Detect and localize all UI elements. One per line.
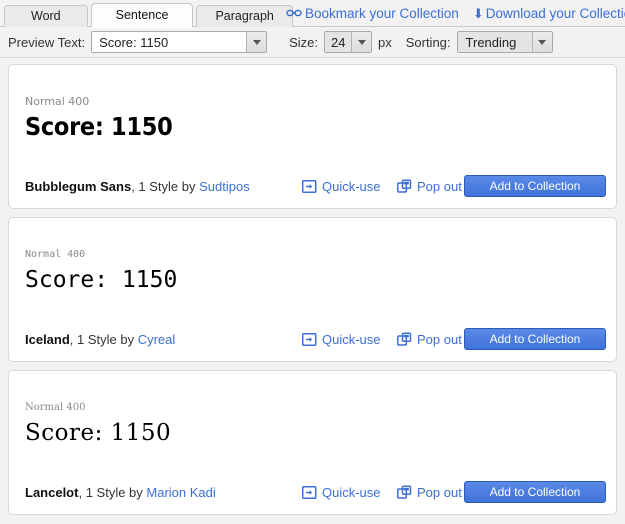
font-card[interactable]: Normal 400 Score: 1150 Iceland, 1 Style … (8, 217, 617, 362)
font-sample-text: Score: 1150 (25, 418, 616, 448)
tab-sentence-label: Sentence (116, 8, 169, 22)
preview-text-label: Preview Text: (8, 35, 85, 50)
size-label: Size: (289, 35, 318, 50)
tab-word-label: Word (31, 9, 61, 23)
font-meta: Lancelot, 1 Style by Marion Kadi (25, 485, 216, 500)
font-list: Normal 400 Score: 1150 Bubblegum Sans, 1… (0, 58, 625, 515)
chevron-down-icon (253, 40, 261, 45)
tab-paragraph[interactable]: Paragraph (196, 5, 292, 27)
size-value[interactable]: 24 (325, 32, 351, 52)
size-unit-label: px (378, 35, 392, 50)
add-to-collection-label: Add to Collection (490, 332, 581, 346)
pop-out-button[interactable]: Pop out (397, 485, 462, 500)
bookmark-collection-label: Bookmark your Collection (305, 6, 459, 21)
pop-out-label: Pop out (417, 179, 462, 194)
add-to-collection-button[interactable]: Add to Collection (464, 481, 606, 503)
font-preview-area: Normal 400 Score: 1150 (9, 371, 616, 448)
font-card-footer: Lancelot, 1 Style by Marion Kadi Quick-u… (9, 470, 616, 514)
font-sample-text: Score: 1150 (25, 265, 616, 295)
font-card-footer: Bubblegum Sans, 1 Style by Sudtipos Quic… (9, 164, 616, 208)
add-to-collection-button[interactable]: Add to Collection (464, 175, 606, 197)
font-card[interactable]: Normal 400 Score: 1150 Lancelot, 1 Style… (8, 370, 617, 515)
tab-sentence[interactable]: Sentence (91, 3, 194, 27)
font-card[interactable]: Normal 400 Score: 1150 Bubblegum Sans, 1… (8, 64, 617, 209)
tab-paragraph-label: Paragraph (215, 9, 273, 23)
font-sample-text: Score: 1150 (25, 112, 616, 142)
chevron-down-icon (538, 40, 546, 45)
font-card-footer: Iceland, 1 Style by Cyreal Quick-use (9, 317, 616, 361)
pop-out-icon (397, 179, 412, 194)
chevron-down-icon (358, 40, 366, 45)
quick-use-label: Quick-use (322, 332, 381, 347)
preview-text-value[interactable]: Score: 1150 (92, 32, 246, 52)
size-select[interactable]: 24 (324, 31, 372, 53)
font-preview-area: Normal 400 Score: 1150 (9, 218, 616, 295)
font-weight-label: Normal 400 (25, 248, 616, 261)
sorting-dropdown-button[interactable] (532, 32, 552, 52)
font-meta: Iceland, 1 Style by Cyreal (25, 332, 175, 347)
quick-use-button[interactable]: Quick-use (302, 179, 381, 194)
preview-text-input[interactable]: Score: 1150 (91, 31, 267, 53)
download-collection-label: Download your Collection (486, 6, 625, 21)
quick-use-label: Quick-use (322, 179, 381, 194)
control-bar: Preview Text: Score: 1150 Size: 24 px So… (0, 27, 625, 58)
sorting-label: Sorting: (406, 35, 451, 50)
download-arrow-icon: ⬇ (473, 7, 484, 20)
pop-out-button[interactable]: Pop out (397, 332, 462, 347)
pop-out-icon (397, 332, 412, 347)
quick-use-icon (302, 332, 317, 347)
quick-use-button[interactable]: Quick-use (302, 332, 381, 347)
add-to-collection-button[interactable]: Add to Collection (464, 328, 606, 350)
font-meta: Bubblegum Sans, 1 Style by Sudtipos (25, 179, 250, 194)
font-styles-text: , 1 Style by (131, 179, 199, 194)
link-chain-icon (286, 7, 302, 19)
add-to-collection-label: Add to Collection (490, 485, 581, 499)
collection-links: Bookmark your Collection ⬇ Download your… (286, 2, 625, 24)
font-name: Iceland (25, 332, 70, 347)
quick-use-button[interactable]: Quick-use (302, 485, 381, 500)
font-name: Bubblegum Sans (25, 179, 131, 194)
pop-out-button[interactable]: Pop out (397, 179, 462, 194)
font-designer-link[interactable]: Cyreal (138, 332, 176, 347)
bookmark-collection-link[interactable]: Bookmark your Collection (286, 6, 459, 21)
font-weight-label: Normal 400 (25, 401, 616, 414)
size-dropdown-button[interactable] (351, 32, 371, 52)
font-styles-text: , 1 Style by (70, 332, 138, 347)
pop-out-label: Pop out (417, 485, 462, 500)
quick-use-icon (302, 179, 317, 194)
font-name: Lancelot (25, 485, 78, 500)
font-designer-link[interactable]: Sudtipos (199, 179, 250, 194)
quick-use-label: Quick-use (322, 485, 381, 500)
sorting-select[interactable]: Trending (457, 31, 553, 53)
tab-bar: Word Sentence Paragraph Bookmark your Co… (0, 0, 625, 27)
font-designer-link[interactable]: Marion Kadi (146, 485, 215, 500)
font-weight-label: Normal 400 (25, 95, 616, 108)
font-styles-text: , 1 Style by (78, 485, 146, 500)
sorting-value[interactable]: Trending (458, 32, 532, 52)
pop-out-label: Pop out (417, 332, 462, 347)
add-to-collection-label: Add to Collection (490, 179, 581, 193)
pop-out-icon (397, 485, 412, 500)
font-preview-area: Normal 400 Score: 1150 (9, 65, 616, 142)
tab-word[interactable]: Word (4, 5, 88, 27)
preview-text-dropdown-button[interactable] (246, 32, 266, 52)
download-collection-link[interactable]: ⬇ Download your Collection (473, 6, 625, 21)
quick-use-icon (302, 485, 317, 500)
